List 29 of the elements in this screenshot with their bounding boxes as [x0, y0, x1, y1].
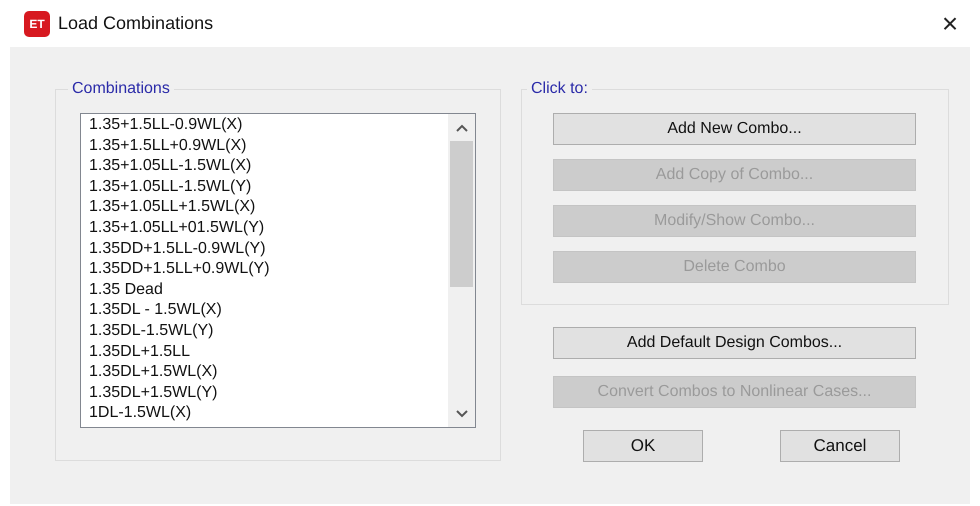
combinations-list[interactable]: [80, 113, 476, 428]
list-item[interactable]: 1.35+1.5LL+0.9WL(X): [89, 136, 448, 156]
scrollbar[interactable]: [448, 114, 475, 427]
list-item[interactable]: 1.35DL-1.5WL(Y): [89, 320, 448, 342]
list-item[interactable]: 1.35DL - 1.5WL(X): [89, 300, 448, 321]
list-item[interactable]: 1.35+1.5LL-0.9WL(X): [89, 115, 448, 136]
list-item[interactable]: 1.35+1.05LL-1.5WL(X): [89, 156, 448, 177]
group-title: Combinations: [71, 79, 171, 99]
group-title: Click to:: [530, 79, 589, 99]
list-item[interactable]: 1.35+1.05LL+01.5WL(Y): [89, 218, 448, 239]
action-button[interactable]: Add Default Design Combos...: [553, 327, 916, 359]
list-item[interactable]: 1.35DD+1.5LL-0.9WL(Y): [89, 238, 448, 260]
scroll-thumb[interactable]: [450, 141, 473, 287]
list-item[interactable]: 1.35+1.05LL+1.5WL(X): [89, 197, 448, 218]
action-button[interactable]: Add New Combo...: [553, 113, 916, 145]
list-item[interactable]: 1.35DL+1.5WL(X): [89, 362, 448, 383]
dialog-button[interactable]: OK: [583, 430, 703, 462]
list-item[interactable]: 1.35DL+1.5LL: [89, 342, 448, 362]
list-item[interactable]: 1.35DL+1.5WL(Y): [89, 382, 448, 404]
scroll-up-icon[interactable]: [454, 123, 468, 133]
list-item[interactable]: 1.35DD+1.5LL+0.9WL(Y): [89, 259, 448, 280]
close-button[interactable]: ×: [932, 6, 968, 42]
dialog-button[interactable]: Cancel: [780, 430, 900, 462]
app-logo: ET: [24, 10, 50, 36]
list-item[interactable]: 1.35+1.05LL-1.5WL(Y): [89, 176, 448, 198]
scroll-down-icon[interactable]: [454, 409, 468, 419]
list-item[interactable]: 1DL-1.5WL(X): [89, 403, 448, 424]
list-item[interactable]: 1.35 Dead: [89, 280, 448, 300]
window-title: Load Combinations: [58, 12, 214, 35]
